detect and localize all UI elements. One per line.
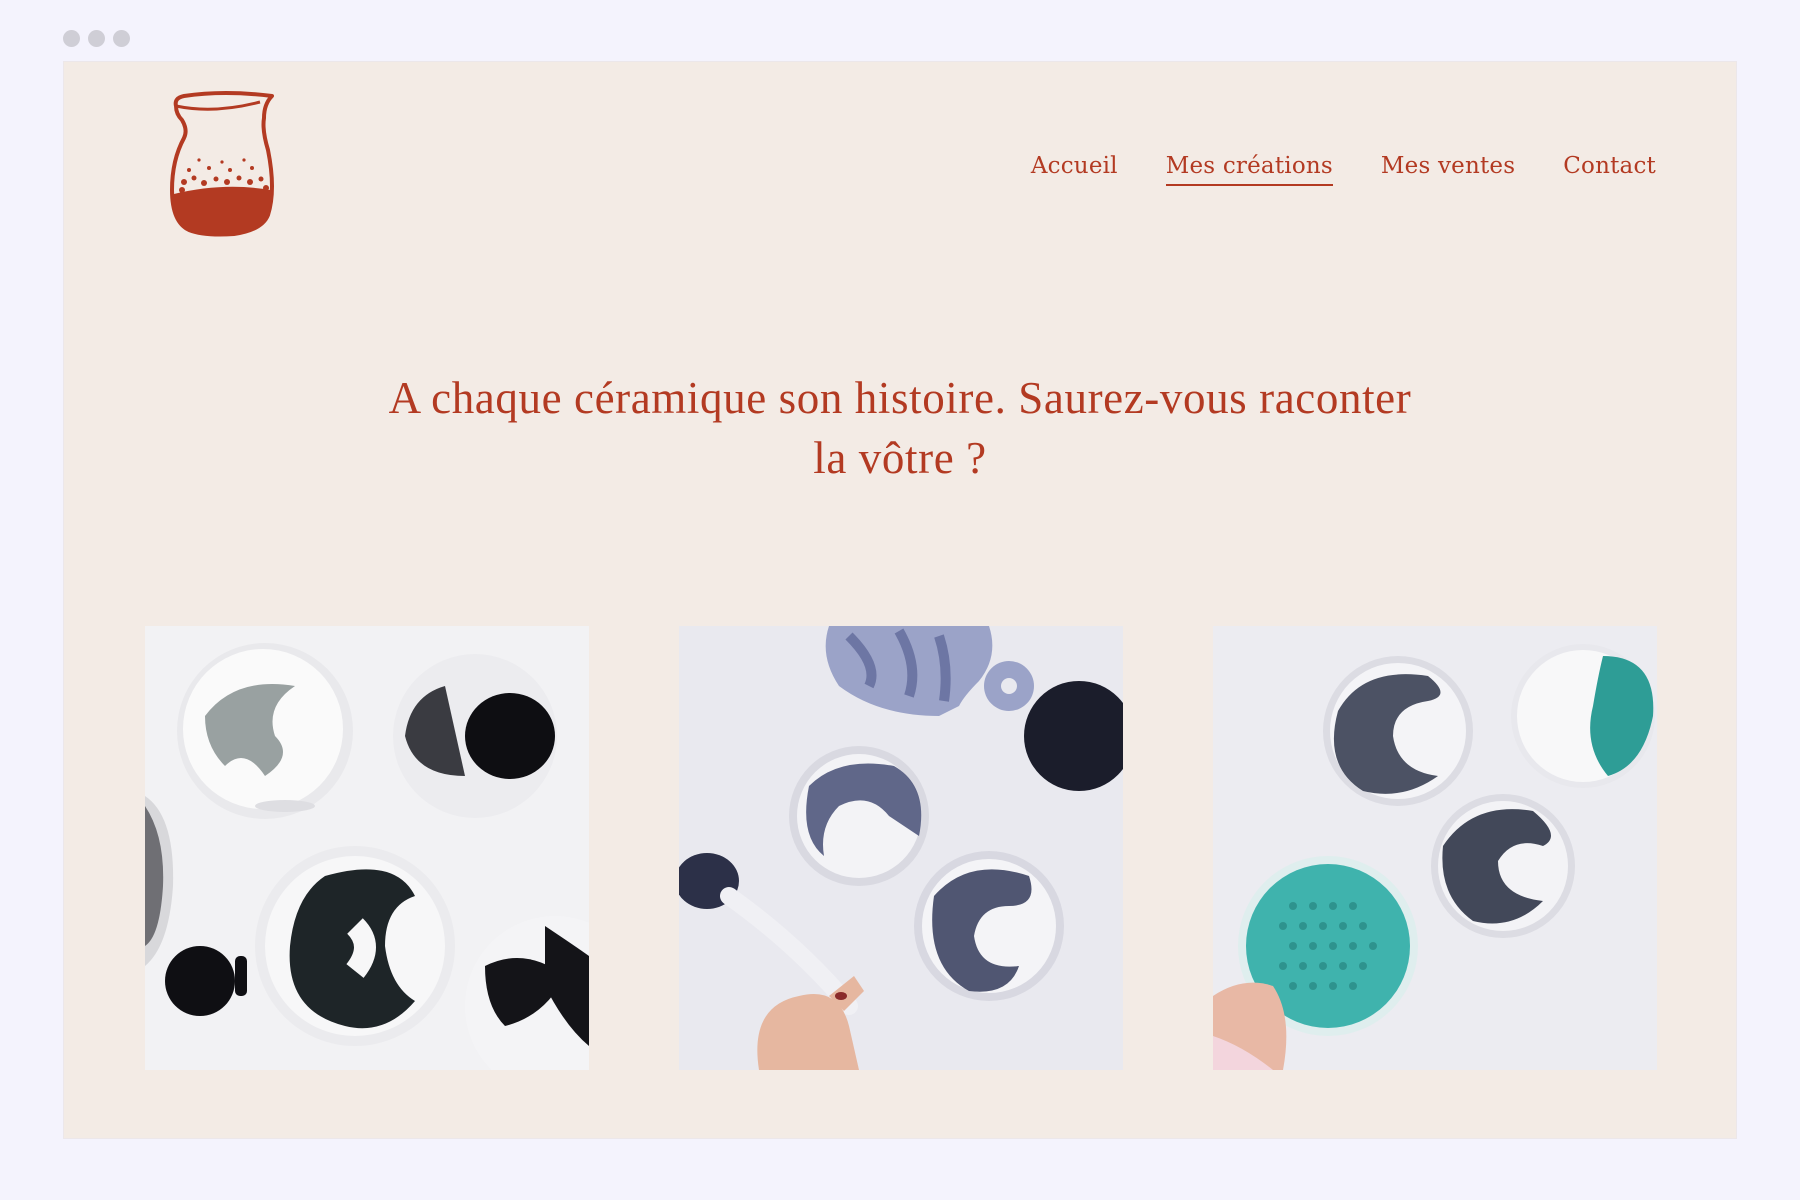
nav-mes-ventes[interactable]: Mes ventes (1381, 152, 1515, 186)
hero-line-2: la vôtre ? (813, 433, 987, 483)
nav-mes-creations[interactable]: Mes créations (1165, 152, 1333, 186)
hero-line-1: A chaque céramique son histoire. Saurez-… (388, 373, 1412, 423)
ceramic-vase-logo[interactable] (164, 90, 282, 240)
ceramics-photo-3[interactable] (1213, 626, 1657, 1070)
ceramics-photo-2[interactable] (679, 626, 1123, 1070)
website-frame: Accueil Mes créations Mes ventes Contact… (64, 62, 1736, 1138)
hero-headline: A chaque céramique son histoire. Saurez-… (64, 368, 1736, 488)
maximize-dot[interactable] (113, 30, 130, 47)
nav-contact[interactable]: Contact (1563, 152, 1656, 186)
window-controls (63, 30, 130, 47)
close-dot[interactable] (63, 30, 80, 47)
ceramics-photo-1[interactable] (145, 626, 589, 1070)
minimize-dot[interactable] (88, 30, 105, 47)
main-navigation: Accueil Mes créations Mes ventes Contact (1031, 152, 1656, 186)
nav-accueil[interactable]: Accueil (1031, 152, 1118, 186)
gallery (145, 626, 1657, 1070)
